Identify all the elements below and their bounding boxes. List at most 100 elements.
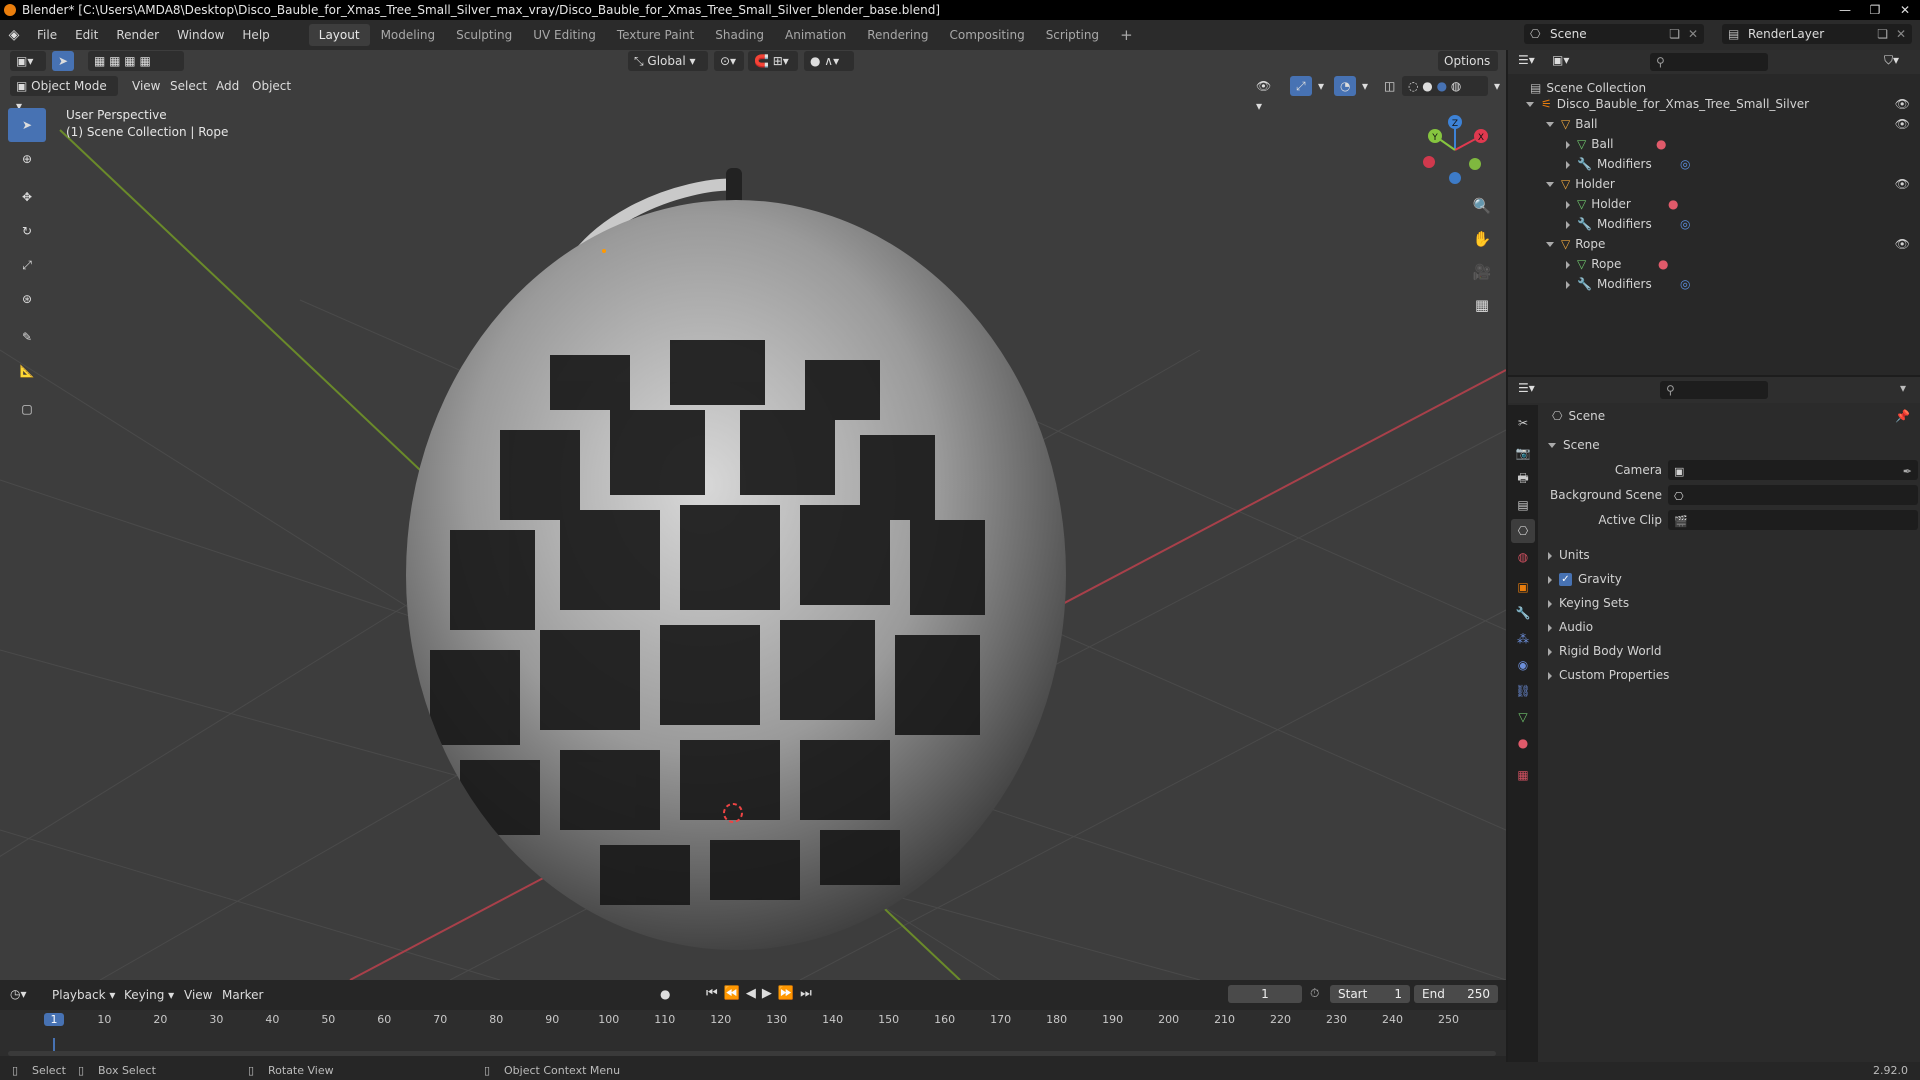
cursor-tool-icon[interactable]: ⊕ [8, 142, 46, 176]
start-frame-field[interactable]: Start 1 [1330, 985, 1410, 1003]
menu-window[interactable]: Window [168, 24, 233, 46]
tab-animation[interactable]: Animation [775, 24, 856, 46]
annotate-tool-icon[interactable]: ✎ [8, 320, 46, 354]
outliner-row-holder-mesh[interactable]: ▽ Holder ● [1508, 194, 1920, 214]
menu-object[interactable]: Object [246, 76, 297, 96]
tab-compositing[interactable]: Compositing [939, 24, 1034, 46]
tab-rendering[interactable]: Rendering [857, 24, 938, 46]
mesh-data-tab-icon[interactable]: ▽ [1511, 705, 1535, 729]
visibility-eye-icon[interactable]: 👁 [1895, 234, 1910, 254]
tab-shading[interactable]: Shading [705, 24, 774, 46]
menu-add[interactable]: Add [210, 76, 245, 96]
ortho-toggle-icon[interactable]: ▦ [1468, 291, 1496, 319]
timeline-ruler[interactable]: 1 10 20 30 40 50 60 70 80 90 100 110 120 130 140 150 160… [0, 1010, 1506, 1056]
tab-sculpting[interactable]: Sculpting [446, 24, 522, 46]
properties-options-icon[interactable]: ▾ [1900, 381, 1906, 395]
eyedropper-icon[interactable]: ✒ [1903, 461, 1912, 483]
timeline-menu-playback[interactable]: Playback ▾ [52, 988, 115, 1002]
tab-uv-editing[interactable]: UV Editing [523, 24, 606, 46]
overlays-dropdown[interactable]: ▾ [1356, 76, 1372, 96]
filter-icon[interactable]: ⛉▾ [1884, 53, 1899, 68]
gravity-checkbox[interactable]: ✓ [1559, 573, 1572, 586]
timeline-editor-type-icon[interactable]: ◷▾ [10, 987, 27, 1001]
selection-mode-buttons[interactable]: ▦ ▦ ▦ ▦ [88, 51, 184, 71]
outliner-row-rope[interactable]: ▽ Rope 👁 [1508, 234, 1920, 254]
view-layer-selector[interactable]: ▤ RenderLayer ❏ ✕ [1722, 24, 1912, 44]
shading-dropdown[interactable]: ▾ [1488, 76, 1504, 96]
camera-view-icon[interactable]: 🎥 [1468, 258, 1496, 286]
pivot-point-dropdown[interactable]: ⊙▾ [714, 51, 744, 71]
preview-range-icon[interactable]: ⏱ [1310, 986, 1319, 1001]
blender-menu-icon[interactable]: ◈ [0, 27, 28, 43]
pin-icon[interactable]: 📌 [1895, 405, 1910, 427]
timeline-menu-keying[interactable]: Keying ▾ [124, 988, 174, 1002]
playback-controls[interactable]: ⏮⏪◀▶⏩⏭ [706, 986, 818, 1001]
timeline-scrollbar[interactable] [8, 1051, 1496, 1056]
minimize-button[interactable]: — [1830, 0, 1860, 20]
scene-tab-icon[interactable]: ⎔ [1511, 519, 1535, 543]
background-scene-field[interactable]: ⎔ [1668, 485, 1918, 505]
gizmo-toggle-icon[interactable]: ⤢ [1290, 76, 1312, 96]
tab-layout[interactable]: Layout [308, 24, 370, 46]
display-mode-icon[interactable]: ▣▾ [1552, 53, 1569, 67]
outliner-row-rope-mesh[interactable]: ▽ Rope ● [1508, 254, 1920, 274]
outliner-row-rope-modifiers[interactable]: 🔧 Modifiers ◎ [1508, 274, 1920, 294]
constraints-tab-icon[interactable]: ⛓ [1511, 679, 1535, 703]
menu-view[interactable]: View [126, 76, 166, 96]
transform-tool-icon[interactable]: ⊛ [8, 282, 46, 316]
current-frame-field[interactable]: 1 [1228, 985, 1302, 1003]
scene-panel-header[interactable]: Scene [1538, 434, 1920, 456]
editor-type-button[interactable]: ▣▾ [10, 51, 46, 71]
move-tool-icon[interactable]: ✥ [8, 180, 46, 214]
output-tab-icon[interactable]: 🖶 [1511, 467, 1535, 491]
view-layer-remove-icon[interactable]: ✕ [1896, 24, 1906, 44]
scene-remove-icon[interactable]: ✕ [1688, 24, 1698, 44]
outliner-search-input[interactable]: ⚲ [1650, 53, 1768, 71]
properties-search-input[interactable]: ⚲ [1660, 381, 1768, 399]
object-tab-icon[interactable]: ▣ [1511, 575, 1535, 599]
options-dropdown[interactable]: Options ▾ [1438, 51, 1498, 88]
custom-properties-panel-header[interactable]: Custom Properties [1538, 664, 1920, 686]
audio-panel-header[interactable]: Audio [1538, 616, 1920, 638]
outliner-row-ball[interactable]: ▽ Ball 👁 [1508, 114, 1920, 134]
texture-tab-icon[interactable]: ▦ [1511, 763, 1535, 787]
visibility-eye-icon[interactable]: 👁 [1895, 174, 1910, 194]
timeline-menu-view[interactable]: View [184, 988, 212, 1002]
outliner-row-collection[interactable]: ⚟ Disco_Bauble_for_Xmas_Tree_Small_Silver… [1508, 94, 1920, 114]
view-layer-new-icon[interactable]: ❏ [1877, 24, 1888, 44]
scene-new-icon[interactable]: ❏ [1669, 24, 1680, 44]
keying-sets-panel-header[interactable]: Keying Sets [1538, 592, 1920, 614]
render-tab-icon[interactable]: 📷 [1511, 441, 1535, 465]
camera-field[interactable]: ▣ ✒ [1668, 460, 1918, 480]
rotate-tool-icon[interactable]: ↻ [8, 214, 46, 248]
select-box-tool-icon[interactable]: ➤ [8, 108, 46, 142]
tool-tab-icon[interactable]: ✂ [1511, 411, 1535, 435]
snapping-toggle[interactable]: 🧲 ⊞▾ [748, 51, 798, 71]
3d-viewport[interactable]: ▣▾ ➤ ▦ ▦ ▦ ▦ ⤡ Global ▾ ⊙▾ 🧲 ⊞▾ ● ∧▾ Opt… [0, 50, 1506, 980]
tab-scripting[interactable]: Scripting [1036, 24, 1109, 46]
tab-texture-paint[interactable]: Texture Paint [607, 24, 704, 46]
world-tab-icon[interactable]: ◍ [1511, 545, 1535, 569]
maximize-button[interactable]: ❐ [1860, 0, 1890, 20]
outliner-editor-type-icon[interactable]: ☰▾ [1518, 53, 1535, 67]
xray-toggle-icon[interactable]: ◫ [1378, 76, 1398, 96]
menu-render[interactable]: Render [107, 24, 168, 46]
outliner-row-holder-modifiers[interactable]: 🔧 Modifiers ◎ [1508, 214, 1920, 234]
menu-help[interactable]: Help [233, 24, 278, 46]
rigid-body-world-panel-header[interactable]: Rigid Body World [1538, 640, 1920, 662]
measure-tool-icon[interactable]: 📐 [8, 354, 46, 388]
units-panel-header[interactable]: Units [1538, 544, 1920, 566]
record-keyframe-icon[interactable]: ● [660, 987, 670, 1001]
overlays-toggle-icon[interactable]: ◔ [1334, 76, 1356, 96]
menu-edit[interactable]: Edit [66, 24, 107, 46]
transform-orientation-dropdown[interactable]: ⤡ Global ▾ [628, 51, 708, 71]
add-workspace-button[interactable]: + [1110, 24, 1143, 46]
add-cube-tool-icon[interactable]: ▢ [8, 392, 46, 426]
visibility-eye-icon[interactable]: 👁 [1895, 114, 1910, 134]
particles-tab-icon[interactable]: ⁂ [1511, 627, 1535, 651]
navigation-gizmo[interactable]: Z X Y [1415, 110, 1495, 190]
gravity-panel-header[interactable]: ✓ Gravity [1538, 568, 1920, 590]
close-button[interactable]: ✕ [1890, 0, 1920, 20]
zoom-icon[interactable]: 🔍 [1468, 192, 1496, 220]
outliner-row-ball-mesh[interactable]: ▽ Ball ● [1508, 134, 1920, 154]
